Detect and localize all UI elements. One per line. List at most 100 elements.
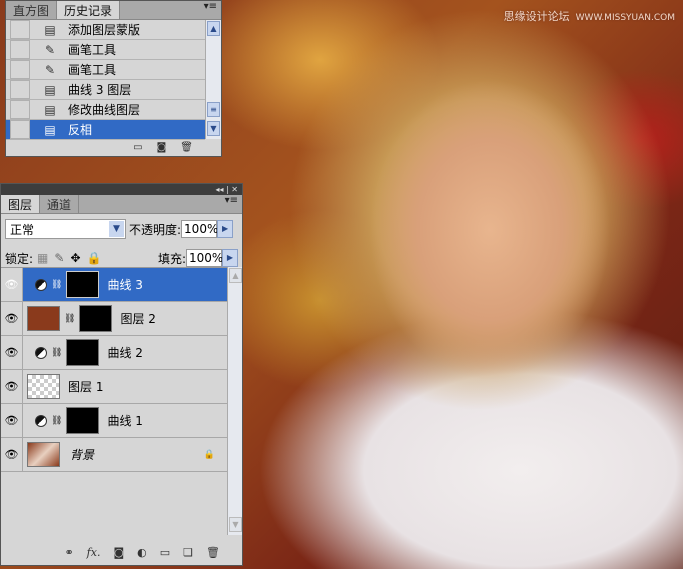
layer-row[interactable]: 👁 图层 1	[1, 370, 227, 404]
curves-adjustment-icon	[35, 278, 47, 291]
tab-layers[interactable]: 图层	[1, 195, 41, 213]
curves-adjustment-icon	[35, 414, 47, 427]
fill-label: 填充:	[157, 251, 186, 266]
panel-menu-icon[interactable]: ▾≡	[221, 195, 242, 213]
brush-icon: ✎	[44, 42, 56, 57]
fx-icon[interactable]: fx.	[87, 546, 101, 559]
scroll-down-icon[interactable]: ▼	[207, 121, 220, 136]
tab-history[interactable]: 历史记录	[57, 1, 121, 19]
history-item-selected[interactable]: ▤ 反相	[6, 120, 205, 140]
watermark-text: 思缘设计论坛	[503, 10, 570, 23]
layer-name: 曲线 2	[107, 346, 143, 360]
layer-name: 图层 1	[68, 380, 104, 394]
new-document-icon[interactable]: ▭	[133, 142, 142, 153]
scroll-up-icon[interactable]: ▲	[207, 21, 220, 36]
lock-brush-icon[interactable]: ✎	[54, 251, 64, 265]
document-icon: ▤	[44, 102, 56, 117]
scroll-down-icon[interactable]: ▼	[229, 517, 242, 532]
snapshot-checkbox[interactable]	[10, 40, 30, 59]
history-item[interactable]: ▤ 修改曲线图层	[6, 100, 205, 120]
layers-scrollbar[interactable]: ▲ ▼	[227, 267, 242, 535]
snapshot-checkbox[interactable]	[10, 60, 30, 79]
history-item[interactable]: ▤ 曲线 3 图层	[6, 80, 205, 100]
history-item-label: 修改曲线图层	[68, 103, 141, 117]
camera-icon[interactable]: ◙	[157, 142, 167, 153]
layer-mask-thumbnail[interactable]	[66, 407, 100, 434]
opacity-arrow-icon[interactable]: ▶	[217, 220, 234, 238]
eye-icon[interactable]: 👁	[1, 268, 23, 301]
opacity-input[interactable]: 100%	[181, 220, 218, 238]
layer-row[interactable]: 👁 ⛓ 曲线 1	[1, 404, 227, 438]
lock-icon: 🔒	[203, 449, 215, 460]
blend-mode-value: 正常	[10, 222, 35, 237]
history-item-label: 添加图层蒙版	[68, 23, 141, 37]
eye-icon[interactable]: 👁	[1, 370, 23, 403]
history-item-label: 曲线 3 图层	[68, 83, 132, 97]
document-icon: ▤	[44, 122, 56, 137]
document-icon: ▤	[44, 82, 56, 97]
layer-row[interactable]: 👁 ⛓ 图层 2	[1, 302, 227, 336]
history-footer: ▭ ◙ 🗑	[6, 138, 221, 156]
snapshot-checkbox[interactable]	[10, 100, 30, 119]
snapshot-checkbox[interactable]	[10, 120, 30, 139]
snapshot-checkbox[interactable]	[10, 20, 30, 39]
opacity-label: 不透明度:	[129, 222, 182, 237]
layer-mask-thumbnail[interactable]	[66, 271, 100, 298]
layer-name: 曲线 3	[107, 278, 143, 292]
layer-name: 背景	[70, 448, 95, 462]
history-item[interactable]: ▤ 添加图层蒙版	[6, 20, 205, 40]
history-item-label: 画笔工具	[68, 43, 117, 57]
history-item[interactable]: ✎ 画笔工具	[6, 60, 205, 80]
trash-icon[interactable]: 🗑	[180, 142, 193, 153]
brush-icon: ✎	[44, 62, 56, 77]
fill-input[interactable]: 100%	[186, 249, 223, 267]
lock-label: 锁定:	[5, 251, 34, 266]
add-mask-icon[interactable]: ◙	[113, 546, 124, 559]
chevron-down-icon: ▼	[109, 221, 124, 237]
history-item-label: 反相	[68, 123, 93, 137]
blend-mode-select[interactable]: 正常 ▼	[5, 219, 126, 239]
history-scrollbar[interactable]: ▲ ≡ ▼	[205, 20, 221, 139]
link-icon[interactable]: ⛓	[64, 314, 75, 324]
link-icon[interactable]: ⛓	[51, 280, 62, 290]
lock-move-icon[interactable]: ✥	[70, 251, 80, 265]
new-group-icon[interactable]: ▭	[160, 546, 170, 559]
document-icon: ▤	[44, 22, 56, 37]
panel-collapse-close[interactable]: ◂◂ | ✕	[1, 184, 242, 195]
link-icon[interactable]: ⛓	[51, 348, 62, 358]
tab-histogram[interactable]: 直方图	[6, 1, 58, 19]
snapshot-checkbox[interactable]	[10, 80, 30, 99]
adjustment-layer-icon[interactable]: ◐	[137, 546, 147, 559]
layers-panel: ◂◂ | ✕ 图层 通道 ▾≡ 正常 ▼ 不透明度: 100% ▶ 锁定: ▦ ✎ …	[0, 183, 243, 566]
layer-name: 图层 2	[120, 312, 156, 326]
panel-menu-icon[interactable]: ▾≡	[200, 1, 221, 19]
layer-row-selected[interactable]: 👁 ⛓ 曲线 3	[1, 268, 227, 302]
layer-mask-thumbnail[interactable]	[79, 305, 113, 332]
eye-icon[interactable]: 👁	[1, 438, 23, 471]
eye-icon[interactable]: 👁	[1, 302, 23, 335]
scroll-thumb[interactable]: ≡	[207, 102, 220, 117]
watermark: 思缘设计论坛 WWW.MISSYUAN.COM	[504, 8, 675, 24]
trash-icon[interactable]: 🗑	[206, 546, 220, 559]
history-item[interactable]: ✎ 画笔工具	[6, 40, 205, 60]
fill-arrow-icon[interactable]: ▶	[222, 249, 238, 267]
lock-all-icon[interactable]: 🔒	[87, 251, 102, 265]
layer-row[interactable]: 👁 背景 🔒	[1, 438, 227, 472]
layer-row[interactable]: 👁 ⛓ 曲线 2	[1, 336, 227, 370]
new-layer-icon[interactable]: ❏	[183, 546, 193, 559]
layer-thumbnail[interactable]	[27, 306, 60, 331]
curves-adjustment-icon	[35, 346, 47, 359]
eye-icon[interactable]: 👁	[1, 404, 23, 437]
watermark-url: WWW.MISSYUAN.COM	[575, 13, 675, 23]
layer-mask-thumbnail[interactable]	[66, 339, 100, 366]
eye-icon[interactable]: 👁	[1, 336, 23, 369]
history-panel: 直方图 历史记录 ▾≡ ▤ 添加图层蒙版 ✎ 画笔工具 ✎ 画笔工具 ▤ 曲线 3 图层…	[5, 0, 222, 157]
layers-footer: ⚭ fx. ◙ ◐ ▭ ❏ 🗑	[1, 539, 242, 565]
lock-transparency-icon[interactable]: ▦	[37, 251, 48, 265]
layer-thumbnail[interactable]	[27, 442, 60, 467]
link-icon[interactable]: ⛓	[51, 416, 62, 426]
layer-thumbnail[interactable]	[27, 374, 60, 399]
tab-channels[interactable]: 通道	[40, 195, 80, 213]
scroll-up-icon[interactable]: ▲	[229, 268, 242, 283]
link-layers-icon[interactable]: ⚭	[64, 546, 73, 559]
